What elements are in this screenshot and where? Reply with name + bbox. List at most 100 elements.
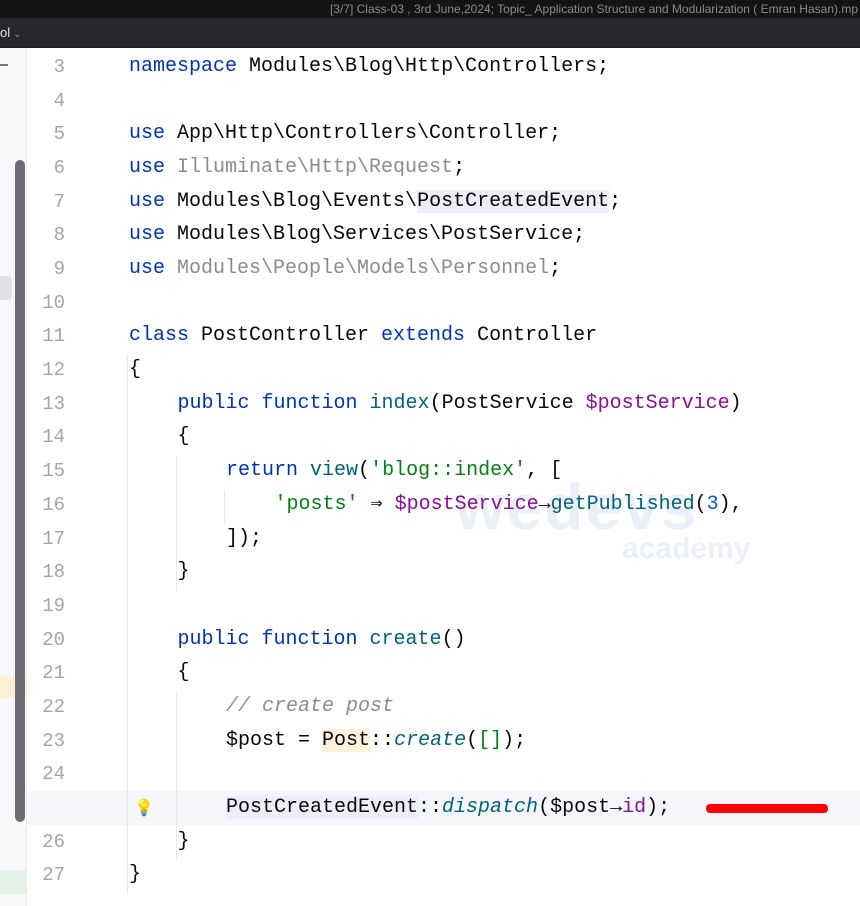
code-token: getPublished — [550, 492, 695, 516]
code-token: :: — [370, 728, 395, 752]
selected-tree-item[interactable] — [0, 276, 12, 300]
line-number-gutter: 3456789101112131415161718192021222324252… — [28, 48, 126, 906]
code-token: view — [310, 459, 359, 483]
code-token: class — [129, 324, 190, 348]
code-token: ), — [718, 492, 743, 516]
window-title-bar: [3/7] Class-03 , 3rd June,2024; Topic_ A… — [0, 0, 860, 18]
lightbulb-intention-icon[interactable]: 💡 — [134, 798, 154, 818]
code-token: public function — [177, 627, 358, 651]
line-number: 6 — [53, 157, 65, 180]
code-token: → — [538, 492, 551, 516]
line-number: 3 — [53, 56, 65, 78]
code-line: } — [178, 557, 190, 587]
code-token: // create post — [226, 694, 395, 718]
code-token: $postService — [394, 492, 539, 516]
code-line: use Modules\Blog\Services\PostService; — [129, 220, 585, 250]
code-line: namespace Modules\Blog\Http\Controllers; — [129, 52, 609, 82]
code-token: ( — [694, 492, 707, 516]
code-token: use — [129, 223, 166, 247]
code-token: Post — [322, 728, 371, 752]
line-number: 16 — [42, 493, 65, 516]
code-token: Modules\People\Models\Personnel — [165, 257, 550, 281]
code-token: dispatch — [442, 795, 539, 819]
code-token: = — [286, 728, 323, 752]
code-line: $post = Post::create([]); — [226, 726, 526, 756]
line-number: 14 — [42, 426, 65, 449]
line-number: 21 — [42, 662, 65, 685]
code-line: public function index(PostService $postS… — [178, 389, 742, 419]
code-token: ) — [729, 391, 742, 415]
code-token: Modules\Blog\Services\PostService; — [165, 223, 586, 247]
code-token: index — [369, 391, 430, 415]
code-line: // create post — [226, 692, 394, 722]
red-annotation-mark — [706, 804, 828, 813]
line-number: 10 — [42, 291, 65, 314]
code-token: Illuminate\Http\Request — [165, 156, 454, 180]
code-line: 'posts' ⇒ $postService→getPublished(3), — [275, 490, 743, 520]
code-token: ); — [646, 795, 671, 819]
code-token: extends — [381, 324, 466, 348]
indent-guide — [175, 691, 177, 861]
project-selector[interactable]: ol ⌄ — [0, 25, 22, 40]
code-line: { — [178, 422, 190, 452]
code-token: ⇒ — [358, 492, 395, 516]
code-token: , [ — [526, 459, 563, 483]
window-title: [3/7] Class-03 , 3rd June,2024; Topic_ A… — [329, 2, 858, 16]
line-number: 23 — [42, 729, 65, 752]
code-token: ]); — [226, 526, 263, 550]
code-token: $post — [550, 795, 611, 819]
code-token: use — [129, 156, 166, 180]
code-token: use — [129, 189, 166, 213]
code-token: 'blog::index' — [370, 459, 527, 483]
code-token: Controller — [465, 324, 598, 348]
code-token: } — [177, 829, 190, 853]
line-number: 8 — [53, 224, 65, 247]
line-number: 5 — [53, 123, 65, 146]
code-token: PostCreatedEvent — [226, 795, 419, 819]
line-number: 15 — [42, 460, 65, 483]
code-token: ; — [453, 156, 466, 180]
code-line: { — [178, 658, 190, 688]
code-token: [] — [478, 728, 503, 752]
line-number: 4 — [53, 89, 65, 112]
code-token: 'posts' — [274, 492, 359, 516]
code-token: (PostService — [429, 391, 586, 415]
code-editor[interactable]: namespace Modules\Blog\Http\Controllers;… — [127, 48, 860, 906]
code-token: return — [226, 459, 299, 483]
code-token: { — [177, 425, 190, 449]
code-token: } — [129, 863, 142, 887]
code-token: ( — [466, 728, 479, 752]
code-token: ( — [538, 795, 551, 819]
code-token: $postService — [585, 391, 730, 415]
code-token: () — [441, 627, 466, 651]
line-number: 24 — [42, 763, 65, 786]
code-line: { — [129, 355, 141, 385]
line-number: 18 — [42, 561, 65, 584]
code-token: :: — [418, 795, 443, 819]
code-line: use Modules\People\Models\Personnel; — [129, 254, 561, 284]
code-line: } — [129, 860, 141, 890]
indent-guide — [175, 456, 177, 591]
code-token: use — [129, 122, 166, 146]
code-line: PostCreatedEvent::dispatch($post→id); — [226, 793, 670, 823]
code-line: use App\Http\Controllers\Controller; — [129, 119, 561, 149]
panel-scrollbar[interactable] — [15, 160, 25, 822]
toolbar: ol ⌄ — [0, 18, 860, 48]
code-token: App\Http\Controllers\Controller; — [165, 122, 562, 146]
code-token: $post — [226, 728, 287, 752]
collapse-icon[interactable] — [0, 64, 8, 66]
code-token: public function — [177, 391, 358, 415]
line-number: 26 — [42, 830, 65, 853]
line-number: 12 — [42, 359, 65, 382]
project-label: ol — [0, 25, 11, 40]
code-token: use — [129, 257, 166, 281]
code-token: { — [177, 661, 190, 685]
line-number: 17 — [42, 527, 65, 550]
code-token: ; — [549, 257, 562, 281]
code-line: } — [178, 827, 190, 857]
code-token: id — [622, 795, 647, 819]
indent-guide — [224, 489, 225, 524]
code-token: PostCreatedEvent — [417, 189, 610, 213]
